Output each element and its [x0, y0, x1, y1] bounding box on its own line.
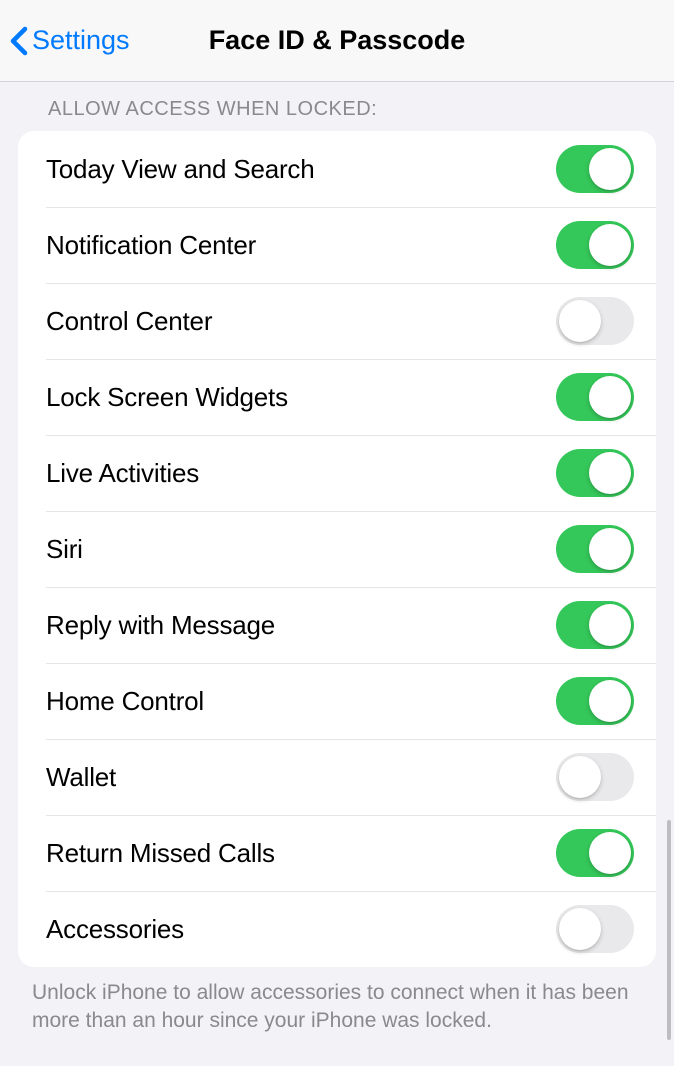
- section-footer: Unlock iPhone to allow accessories to co…: [0, 967, 674, 1036]
- scroll-indicator[interactable]: [667, 820, 671, 1040]
- back-button[interactable]: Settings: [10, 25, 130, 56]
- toggle-lock-screen-widgets[interactable]: [556, 373, 634, 421]
- toggle-home-control[interactable]: [556, 677, 634, 725]
- toggle-notification-center[interactable]: [556, 221, 634, 269]
- section-header: Allow Access When Locked:: [0, 98, 674, 131]
- toggle-knob: [589, 148, 631, 190]
- setting-label: Siri: [46, 534, 83, 565]
- toggle-accessories[interactable]: [556, 905, 634, 953]
- toggle-wallet[interactable]: [556, 753, 634, 801]
- setting-control-center: Control Center: [18, 283, 656, 359]
- setting-label: Reply with Message: [46, 610, 275, 641]
- toggle-knob: [589, 376, 631, 418]
- toggle-knob: [589, 832, 631, 874]
- setting-return-missed-calls: Return Missed Calls: [18, 815, 656, 891]
- settings-list: Today View and Search Notification Cente…: [18, 131, 656, 967]
- page-title: Face ID & Passcode: [209, 25, 466, 56]
- setting-siri: Siri: [18, 511, 656, 587]
- navigation-bar: Settings Face ID & Passcode: [0, 0, 674, 82]
- setting-accessories: Accessories: [18, 891, 656, 967]
- setting-today-view-search: Today View and Search: [18, 131, 656, 207]
- setting-live-activities: Live Activities: [18, 435, 656, 511]
- toggle-knob: [559, 300, 601, 342]
- setting-label: Lock Screen Widgets: [46, 382, 288, 413]
- setting-reply-with-message: Reply with Message: [18, 587, 656, 663]
- content-area: Allow Access When Locked: Today View and…: [0, 82, 674, 1036]
- back-label: Settings: [32, 25, 130, 56]
- setting-label: Wallet: [46, 762, 116, 793]
- toggle-return-missed-calls[interactable]: [556, 829, 634, 877]
- toggle-knob: [559, 908, 601, 950]
- toggle-knob: [589, 224, 631, 266]
- setting-notification-center: Notification Center: [18, 207, 656, 283]
- setting-label: Home Control: [46, 686, 204, 717]
- setting-wallet: Wallet: [18, 739, 656, 815]
- toggle-knob: [589, 680, 631, 722]
- toggle-knob: [589, 604, 631, 646]
- setting-label: Accessories: [46, 914, 184, 945]
- toggle-live-activities[interactable]: [556, 449, 634, 497]
- setting-label: Control Center: [46, 306, 212, 337]
- setting-label: Notification Center: [46, 230, 256, 261]
- toggle-knob: [589, 528, 631, 570]
- toggle-reply-with-message[interactable]: [556, 601, 634, 649]
- toggle-knob: [559, 756, 601, 798]
- chevron-left-icon: [10, 26, 28, 56]
- setting-label: Today View and Search: [46, 154, 315, 185]
- toggle-siri[interactable]: [556, 525, 634, 573]
- setting-label: Return Missed Calls: [46, 838, 275, 869]
- toggle-today-view-search[interactable]: [556, 145, 634, 193]
- setting-label: Live Activities: [46, 458, 199, 489]
- setting-lock-screen-widgets: Lock Screen Widgets: [18, 359, 656, 435]
- setting-home-control: Home Control: [18, 663, 656, 739]
- toggle-control-center[interactable]: [556, 297, 634, 345]
- toggle-knob: [589, 452, 631, 494]
